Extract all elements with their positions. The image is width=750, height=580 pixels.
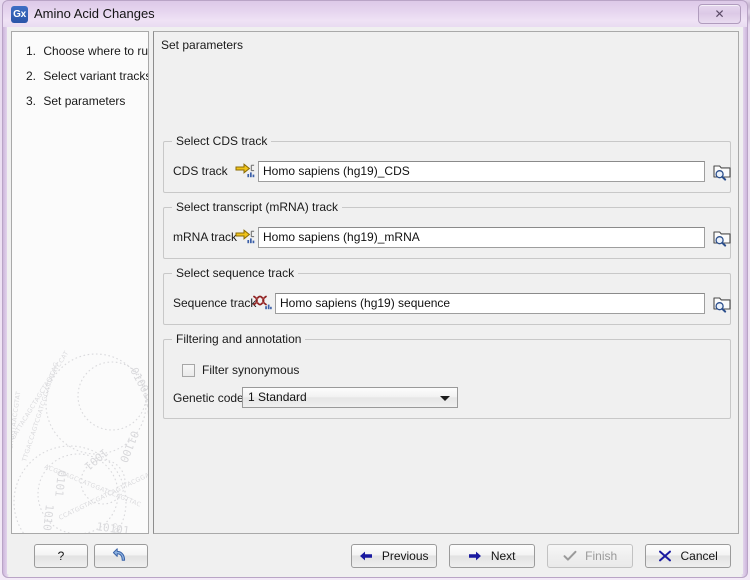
- reset-arrow-icon: [112, 548, 126, 561]
- svg-text:TTGACCAGTCGATCGGATTACAG: TTGACCAGTCGATCGGATTACAG: [21, 361, 60, 464]
- dialog-body: 1. Choose where to run 2. Select variant…: [2, 27, 748, 578]
- help-button[interactable]: ?: [34, 544, 88, 568]
- mrna-track-icon: [235, 229, 255, 244]
- sequence-track-input[interactable]: Homo sapiens (hg19) sequence: [275, 293, 705, 314]
- sidebar-step-1-number: 1.: [26, 44, 37, 58]
- title-bar: Gx Amino Acid Changes ✕: [2, 0, 748, 27]
- sidebar-step-1-label: Choose where to run: [43, 44, 149, 58]
- dna-binary-watermark-icon: 01001 10100 01100 1001 0101 1010 0101 10…: [11, 350, 149, 534]
- parameters-panel: Set parameters Select CDS track CDS trac…: [153, 31, 739, 534]
- cancel-button-label: Cancel: [680, 549, 718, 563]
- svg-text:10101: 10101: [96, 520, 131, 534]
- sidebar-step-2-number: 2.: [26, 69, 37, 83]
- previous-button[interactable]: Previous: [351, 544, 437, 568]
- reset-button[interactable]: [94, 544, 148, 568]
- svg-text:CCATGGTACGATCAGTTACGGAT: CCATGGTACGATCAGTTACGGAT: [58, 470, 149, 522]
- help-button-label: ?: [57, 549, 65, 563]
- folder-search-icon: [713, 165, 731, 181]
- dialog-footer: ? Previous Next Finish Cancel: [7, 538, 743, 574]
- folder-search-icon: [713, 297, 731, 313]
- sidebar-step-3[interactable]: 3. Set parameters: [26, 94, 125, 108]
- sidebar-step-1[interactable]: 1. Choose where to run: [26, 44, 149, 58]
- svg-text:01001: 01001: [127, 365, 149, 400]
- mrna-track-browse-button[interactable]: [711, 226, 733, 248]
- window-title: Amino Acid Changes: [34, 6, 155, 21]
- next-button-label: Next: [490, 549, 516, 563]
- svg-text:1010: 1010: [40, 504, 56, 532]
- genetic-code-value: 1 Standard: [248, 390, 307, 404]
- sequence-track-label: Sequence track: [173, 296, 257, 310]
- chevron-down-icon: [440, 396, 450, 401]
- sidebar-step-2[interactable]: 2. Select variant tracks: [26, 69, 149, 83]
- svg-text:TACGGCATTCCAGGTAACCGTAT: TACGGCATTCCAGGTAACCGTAT: [11, 391, 22, 496]
- finish-button-label: Finish: [585, 549, 618, 563]
- amino-acid-changes-dialog: Gx Amino Acid Changes ✕ 1. Choose where …: [0, 0, 750, 580]
- cds-track-browse-button[interactable]: [711, 160, 733, 182]
- cds-track-input[interactable]: Homo sapiens (hg19)_CDS: [258, 161, 705, 182]
- arrow-left-icon: [359, 547, 373, 569]
- svg-text:10100: 10100: [143, 395, 149, 429]
- sequence-track-group-title: Select sequence track: [172, 266, 299, 280]
- sidebar-step-3-number: 3.: [26, 94, 37, 108]
- cds-track-label: CDS track: [173, 164, 228, 178]
- svg-text:ACGTTAGCCATGGATCCAGTTAC: ACGTTAGCCATGGATCCAGTTAC: [43, 463, 142, 508]
- filtering-annotation-group-title: Filtering and annotation: [172, 332, 306, 346]
- previous-button-label: Previous: [381, 549, 429, 563]
- cancel-button[interactable]: Cancel: [645, 544, 731, 568]
- sidebar-step-3-label: Set parameters: [43, 94, 126, 108]
- sequence-track-browse-button[interactable]: [711, 292, 733, 314]
- cds-track-icon: [235, 163, 255, 178]
- close-icon: ✕: [714, 7, 725, 21]
- mrna-track-group: Select transcript (mRNA) track mRNA trac…: [163, 200, 733, 259]
- cds-track-group: Select CDS track CDS track Homo sapiens …: [163, 134, 733, 193]
- genetic-code-label: Genetic code: [173, 391, 244, 405]
- svg-text:GATTACAGCTAGCTAGGATCCAT: GATTACAGCTAGCTAGGATCCAT: [11, 350, 70, 441]
- close-button[interactable]: ✕: [698, 4, 741, 24]
- filter-synonymous-label: Filter synonymous: [202, 363, 300, 377]
- page-title: Set parameters: [161, 38, 244, 52]
- svg-text:GGATCCAATTCGGCTAGCATGAC: GGATCCAATTCGGCTAGCATGAC: [110, 522, 149, 534]
- folder-search-icon: [713, 231, 731, 247]
- app-icon: Gx: [11, 6, 28, 23]
- arrow-right-icon: [468, 547, 482, 569]
- close-x-icon: [658, 547, 672, 569]
- genetic-code-select[interactable]: 1 Standard: [242, 387, 458, 408]
- wizard-steps-sidebar: 1. Choose where to run 2. Select variant…: [11, 31, 149, 534]
- mrna-track-input[interactable]: Homo sapiens (hg19)_mRNA: [258, 227, 705, 248]
- filtering-annotation-group: Filtering and annotation Filter synonymo…: [163, 332, 731, 419]
- mrna-track-group-title: Select transcript (mRNA) track: [172, 200, 343, 214]
- sequence-track-group: Select sequence track Sequence track Hom…: [163, 266, 733, 325]
- finish-button[interactable]: Finish: [547, 544, 633, 568]
- cds-track-group-title: Select CDS track: [172, 134, 272, 148]
- sidebar-step-2-label: Select variant tracks: [43, 69, 149, 83]
- dialog-content: 1. Choose where to run 2. Select variant…: [7, 27, 743, 574]
- filter-synonymous-checkbox[interactable]: [182, 364, 195, 377]
- svg-text:01100: 01100: [117, 429, 141, 465]
- mrna-track-label: mRNA track: [173, 230, 238, 244]
- svg-text:1001: 1001: [82, 446, 111, 473]
- check-icon: [563, 547, 577, 569]
- sequence-track-icon: [253, 295, 272, 310]
- next-button[interactable]: Next: [449, 544, 535, 568]
- svg-text:0101: 0101: [52, 470, 68, 498]
